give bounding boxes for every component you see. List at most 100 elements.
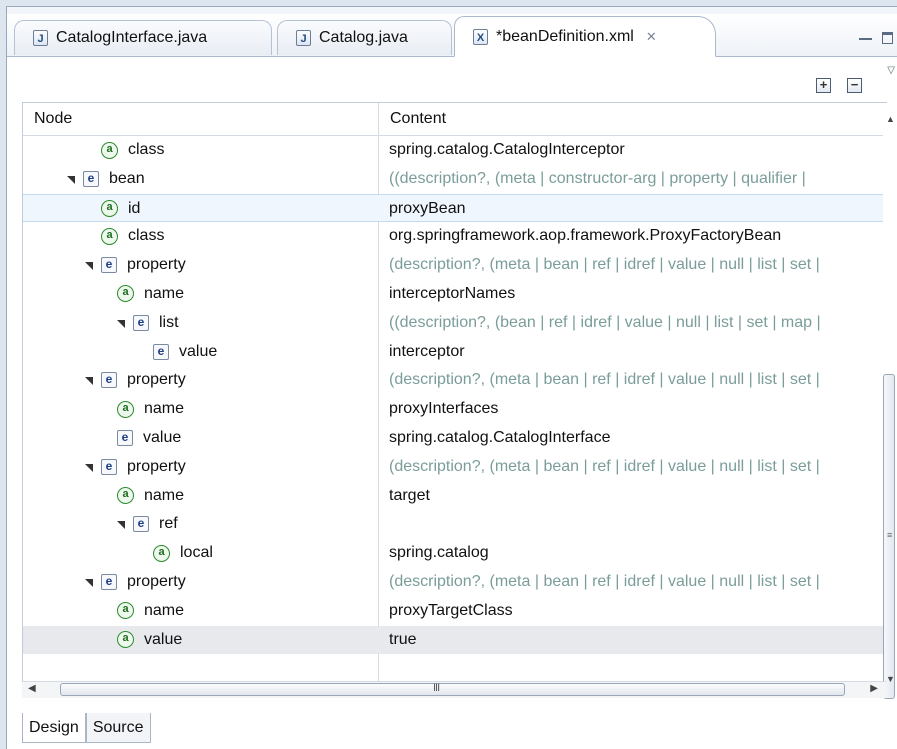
scroll-right-icon[interactable]: ▶	[870, 683, 878, 694]
vertical-scrollbar[interactable]: ▲ ≡ ▼	[883, 112, 897, 699]
content-cell[interactable]: true	[389, 626, 885, 654]
attribute-icon: a	[101, 227, 118, 245]
expand-triangle-icon[interactable]	[117, 521, 125, 530]
table-row[interactable]: a id proxyBean	[23, 193, 887, 223]
grip-icon: III	[433, 682, 440, 694]
element-icon: e	[83, 170, 99, 187]
node-cell: a class	[101, 136, 164, 164]
node-label: name	[144, 486, 185, 504]
content-cell[interactable]: (description?, (meta | bean | ref | idre…	[389, 453, 885, 481]
horizontal-scrollbar[interactable]: ◀ III ▶	[22, 681, 886, 698]
table-row[interactable]: a local spring.catalog	[23, 539, 887, 568]
content-cell[interactable]: org.springframework.aop.framework.ProxyF…	[389, 222, 885, 250]
node-cell: a name	[117, 280, 184, 308]
node-cell: e property	[85, 366, 186, 394]
node-label: value	[179, 342, 218, 360]
attribute-icon: a	[117, 602, 134, 620]
element-icon: e	[153, 343, 169, 360]
java-file-icon: J	[33, 30, 48, 46]
table-row[interactable]: e value interceptor	[23, 338, 887, 367]
scroll-down-icon[interactable]: ▼	[886, 674, 895, 684]
content-cell[interactable]: spring.catalog	[389, 539, 885, 567]
table-row	[23, 654, 887, 681]
content-cell[interactable]: target	[389, 482, 885, 510]
maximize-icon[interactable]	[882, 32, 893, 44]
table-row[interactable]: e property (description?, (meta | bean | r…	[23, 453, 887, 482]
expand-triangle-icon[interactable]	[85, 377, 93, 386]
content-cell[interactable]	[389, 654, 885, 681]
panel-toolbar: + − ▽	[7, 57, 897, 102]
node-label: class	[128, 227, 165, 245]
node-cell: a name	[117, 597, 184, 625]
table-row[interactable]: e property (description?, (meta | bean | r…	[23, 568, 887, 597]
content-cell[interactable]: (description?, (meta | bean | ref | idre…	[389, 568, 885, 596]
node-cell: e value	[117, 424, 181, 452]
node-label: bean	[109, 169, 145, 187]
java-file-icon: J	[296, 30, 311, 46]
tab-source[interactable]: Source	[85, 713, 151, 743]
tab-bean-definition-xml[interactable]: X *beanDefinition.xml ✕	[454, 16, 716, 57]
node-cell: a id	[101, 195, 140, 223]
content-cell[interactable]: spring.catalog.CatalogInterface	[389, 424, 885, 452]
minimize-icon[interactable]	[859, 38, 872, 43]
content-cell[interactable]: (description?, (meta | bean | ref | idre…	[389, 251, 885, 279]
content-cell[interactable]	[389, 510, 885, 538]
element-icon: e	[101, 458, 117, 475]
content-cell[interactable]: spring.catalog.CatalogInterceptor	[389, 136, 885, 164]
expand-triangle-icon[interactable]	[85, 262, 93, 271]
table-row[interactable]: e list ((description?, (bean | ref | idref…	[23, 309, 887, 338]
close-icon[interactable]: ✕	[646, 29, 657, 45]
table-row[interactable]: a class spring.catalog.CatalogInterceptor	[23, 136, 887, 165]
node-cell: e property	[85, 453, 186, 481]
tab-design[interactable]: Design	[22, 713, 86, 743]
column-header-content[interactable]: Content	[378, 103, 887, 135]
attribute-icon: a	[117, 487, 134, 505]
table-row[interactable]: e property (description?, (meta | bean | r…	[23, 251, 887, 280]
content-cell[interactable]: interceptor	[389, 338, 885, 366]
attribute-icon: a	[153, 544, 170, 562]
table-row[interactable]: a name proxyInterfaces	[23, 395, 887, 424]
column-header-node[interactable]: Node	[23, 103, 389, 135]
horizontal-scroll-thumb[interactable]: III	[60, 682, 845, 696]
attribute-icon: a	[101, 200, 118, 218]
element-icon: e	[101, 372, 117, 389]
expand-triangle-icon[interactable]	[67, 175, 75, 184]
node-label: property	[127, 256, 186, 274]
scroll-up-icon[interactable]: ▲	[886, 114, 895, 124]
expand-triangle-icon[interactable]	[117, 319, 125, 328]
content-cell[interactable]: ((description?, (meta | constructor-arg …	[389, 165, 885, 193]
scroll-left-icon[interactable]: ◀	[28, 683, 36, 694]
table-row[interactable]: a name proxyTargetClass	[23, 597, 887, 626]
expand-triangle-icon[interactable]	[85, 463, 93, 472]
view-menu-icon[interactable]: ▽	[887, 65, 895, 76]
vertical-scroll-thumb[interactable]: ≡	[883, 374, 895, 699]
table-row[interactable]: e ref	[23, 510, 887, 539]
table-row[interactable]: a name target	[23, 482, 887, 511]
tab-catalog-java[interactable]: J Catalog.java	[277, 20, 452, 55]
content-cell[interactable]: interceptorNames	[389, 280, 885, 308]
node-cell: a name	[117, 482, 184, 510]
node-cell: a class	[101, 222, 164, 250]
tab-catalog-interface-java[interactable]: J CatalogInterface.java	[14, 20, 272, 55]
table-row[interactable]: e bean ((description?, (meta | constructor…	[23, 165, 887, 194]
node-label: id	[128, 199, 141, 217]
tab-label: CatalogInterface.java	[56, 29, 208, 46]
window-controls	[859, 32, 893, 44]
table-row[interactable]: e property (description?, (meta | bean | r…	[23, 366, 887, 395]
content-cell[interactable]: proxyInterfaces	[389, 395, 885, 423]
node-cell: e list	[117, 309, 179, 337]
table-row[interactable]: a class org.springframework.aop.framework.…	[23, 222, 887, 251]
attribute-icon: a	[101, 141, 118, 159]
table-row[interactable]: e value spring.catalog.CatalogInterface	[23, 424, 887, 453]
collapse-all-icon[interactable]: −	[847, 78, 862, 93]
content-cell[interactable]: ((description?, (bean | ref | idref | va…	[389, 309, 885, 337]
editor-tab-bar: J CatalogInterface.java J Catalog.java X…	[7, 14, 897, 57]
expand-all-icon[interactable]: +	[816, 78, 831, 93]
table-row[interactable]: a value true	[23, 625, 887, 655]
expand-triangle-icon[interactable]	[85, 578, 93, 587]
content-cell[interactable]: proxyTargetClass	[389, 597, 885, 625]
node-label: list	[159, 313, 179, 331]
content-cell[interactable]: (description?, (meta | bean | ref | idre…	[389, 366, 885, 394]
table-row[interactable]: a name interceptorNames	[23, 280, 887, 309]
content-cell[interactable]: proxyBean	[389, 195, 885, 223]
